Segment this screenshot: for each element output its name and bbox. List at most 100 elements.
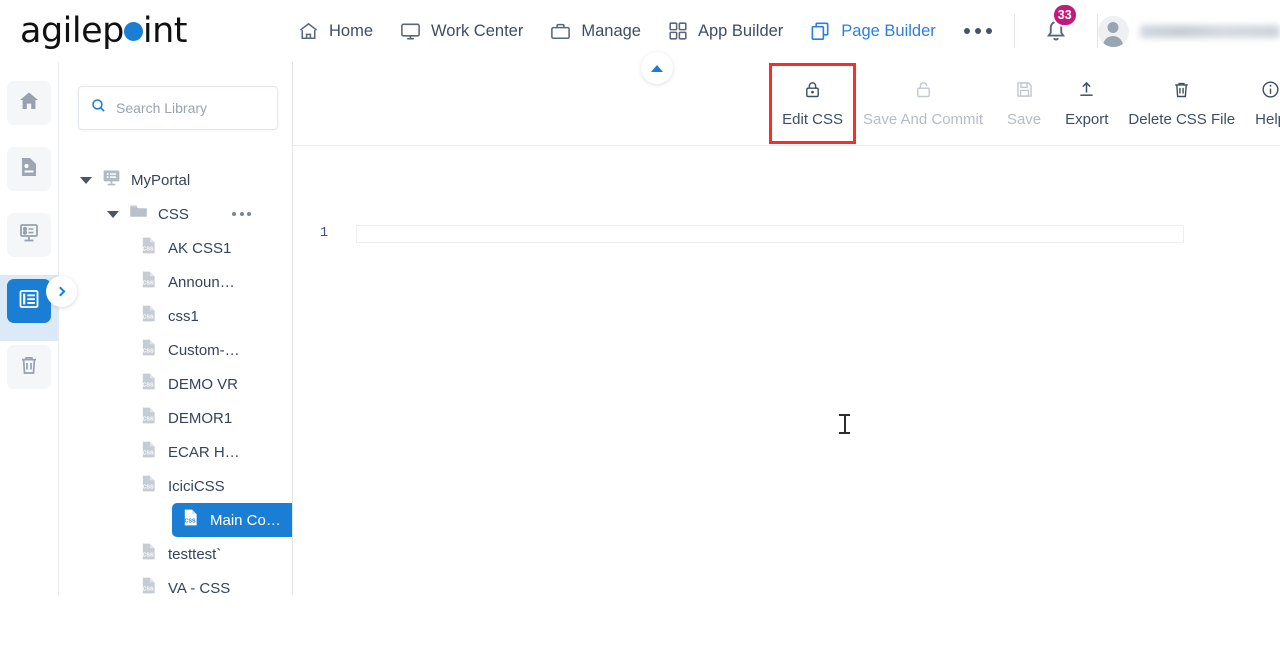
nav-item-manage[interactable]: Manage: [549, 20, 641, 43]
nav-item-home[interactable]: Home: [297, 20, 373, 43]
tree-item-custom[interactable]: CSS Custom-…: [59, 333, 293, 367]
avatar: [1097, 15, 1129, 47]
bell-icon: [1041, 20, 1071, 48]
tree-item-icicicss-label: IciciCSS: [168, 477, 225, 495]
rail-item-home[interactable]: [0, 77, 58, 143]
rail-item-pages[interactable]: [0, 143, 58, 209]
help-button[interactable]: Help: [1245, 73, 1280, 134]
tree-item-icicicss[interactable]: CSS IciciCSS: [59, 469, 293, 503]
rail-item-recycle-bin[interactable]: [0, 341, 58, 407]
notification-badge: 33: [1051, 2, 1078, 27]
css-toolbar: Edit CSS Save And Commit Save Export Del…: [293, 62, 1280, 146]
nav-item-manage-label: Manage: [581, 21, 641, 40]
tree-node-css-folder[interactable]: CSS: [59, 197, 293, 231]
search-library-field[interactable]: Search Library: [78, 86, 278, 130]
tree-item-announ-label: Announ…: [168, 273, 235, 291]
portal-icon: [101, 167, 122, 193]
tree-item-demo-vr[interactable]: CSS DEMO VR: [59, 367, 293, 401]
svg-text:CSS: CSS: [143, 280, 155, 286]
tree-item-testtest[interactable]: CSS testtest`: [59, 537, 293, 571]
chevron-up-icon: [651, 64, 663, 72]
dot-2: [974, 28, 981, 34]
css-file-icon: CSS: [138, 235, 159, 261]
monitor-icon: [399, 20, 422, 43]
library-panel: Search Library MyPortal CSS CSS AK CSS1 …: [59, 62, 341, 597]
export-button[interactable]: Export: [1055, 73, 1118, 134]
tree-item-announ[interactable]: CSS Announ…: [59, 265, 293, 299]
tree-item-demo-vr-label: DEMO VR: [168, 375, 239, 393]
top-navigation-bar: agilep int Home Work Center Manage App B…: [0, 0, 1280, 62]
main-content-area: Edit CSS Save And Commit Save Export Del…: [293, 62, 1280, 595]
collapse-navbar-button[interactable]: [641, 52, 673, 84]
tree-item-main-co-selected[interactable]: CSS Main Co…: [172, 503, 293, 537]
tree-item-css1[interactable]: CSS css1: [59, 299, 293, 333]
chevron-right-icon: [55, 286, 66, 297]
lock-closed-icon: [802, 79, 823, 104]
caret-down-icon[interactable]: [107, 210, 119, 218]
save-label: Save: [1006, 111, 1042, 128]
delete-css-file-button[interactable]: Delete CSS File: [1118, 73, 1245, 134]
nav-item-work-center[interactable]: Work Center: [399, 20, 523, 43]
svg-text:CSS: CSS: [143, 246, 155, 252]
trash-icon: [1171, 79, 1192, 104]
caret-down-icon[interactable]: [80, 176, 92, 184]
help-label: Help: [1255, 111, 1280, 128]
user-menu[interactable]: [1097, 15, 1280, 47]
tree-item-ak-css1[interactable]: CSS AK CSS1: [59, 231, 293, 265]
svg-text:CSS: CSS: [143, 348, 155, 354]
css-file-icon: CSS: [138, 337, 159, 363]
folder-icon: [128, 201, 149, 227]
expand-panel-button[interactable]: [46, 276, 77, 307]
save-and-commit-button[interactable]: Save And Commit: [853, 73, 993, 134]
info-circle-icon: [1260, 79, 1280, 104]
tree-item-css1-label: css1: [168, 307, 199, 325]
logo-text-before: agilep: [20, 11, 124, 51]
save-button[interactable]: Save: [993, 73, 1055, 134]
edit-css-button[interactable]: Edit CSS: [769, 63, 856, 144]
nav-item-work-center-label: Work Center: [431, 21, 524, 40]
tree-item-va-css-label: VA - CSS: [168, 579, 231, 597]
rail-item-forms[interactable]: [0, 209, 58, 275]
tree-node-myportal[interactable]: MyPortal: [59, 163, 293, 197]
css-file-icon: CSS: [180, 507, 201, 533]
tree-item-ecar-h-label: ECAR H…: [168, 443, 240, 461]
grid-icon: [667, 20, 689, 42]
nav-item-app-builder-label: App Builder: [697, 21, 784, 40]
notifications-button[interactable]: 33: [1041, 2, 1078, 49]
library-tree: MyPortal CSS CSS AK CSS1 CSS Announ… CSS…: [59, 147, 293, 657]
save-and-commit-label: Save And Commit: [863, 111, 984, 128]
tree-item-va-css[interactable]: CSS VA - CSS: [59, 571, 293, 605]
svg-text:CSS: CSS: [143, 382, 155, 388]
css-file-icon: CSS: [138, 371, 159, 397]
css-code-editor[interactable]: 1: [293, 146, 1280, 595]
svg-text:CSS: CSS: [143, 586, 155, 592]
svg-text:CSS: CSS: [185, 518, 197, 524]
library-icon: [17, 287, 41, 316]
logo-dot-icon: [123, 22, 143, 41]
briefcase-icon: [549, 20, 572, 43]
css-file-icon: CSS: [138, 439, 159, 465]
tree-node-css-folder-label: CSS: [158, 205, 189, 223]
agilepoint-logo[interactable]: agilep int: [20, 11, 188, 51]
trash-icon: [17, 353, 41, 382]
search-library-placeholder: Search Library: [116, 100, 208, 116]
page-icon: [17, 155, 41, 184]
nav-item-page-builder-label: Page Builder: [841, 21, 936, 40]
css-file-icon: CSS: [138, 269, 159, 295]
tree-item-ak-css1-label: AK CSS1: [168, 239, 232, 257]
nav-more-options-button[interactable]: [963, 28, 992, 34]
home-icon: [17, 89, 41, 118]
svg-text:CSS: CSS: [143, 552, 155, 558]
tree-node-css-menu-button[interactable]: [232, 212, 251, 216]
svg-text:CSS: CSS: [143, 450, 155, 456]
home-icon: [297, 20, 320, 43]
nav-item-app-builder[interactable]: App Builder: [667, 20, 783, 42]
css-file-icon: CSS: [138, 303, 159, 329]
tree-item-demor1[interactable]: CSS DEMOR1: [59, 401, 293, 435]
css-file-icon: CSS: [138, 575, 159, 601]
nav-item-page-builder[interactable]: Page Builder: [809, 20, 936, 43]
tree-item-ecar-h[interactable]: CSS ECAR H…: [59, 435, 293, 469]
edit-css-label: Edit CSS: [782, 111, 843, 128]
code-line-1[interactable]: [356, 225, 1184, 243]
tree-item-custom-label: Custom-…: [168, 341, 240, 359]
